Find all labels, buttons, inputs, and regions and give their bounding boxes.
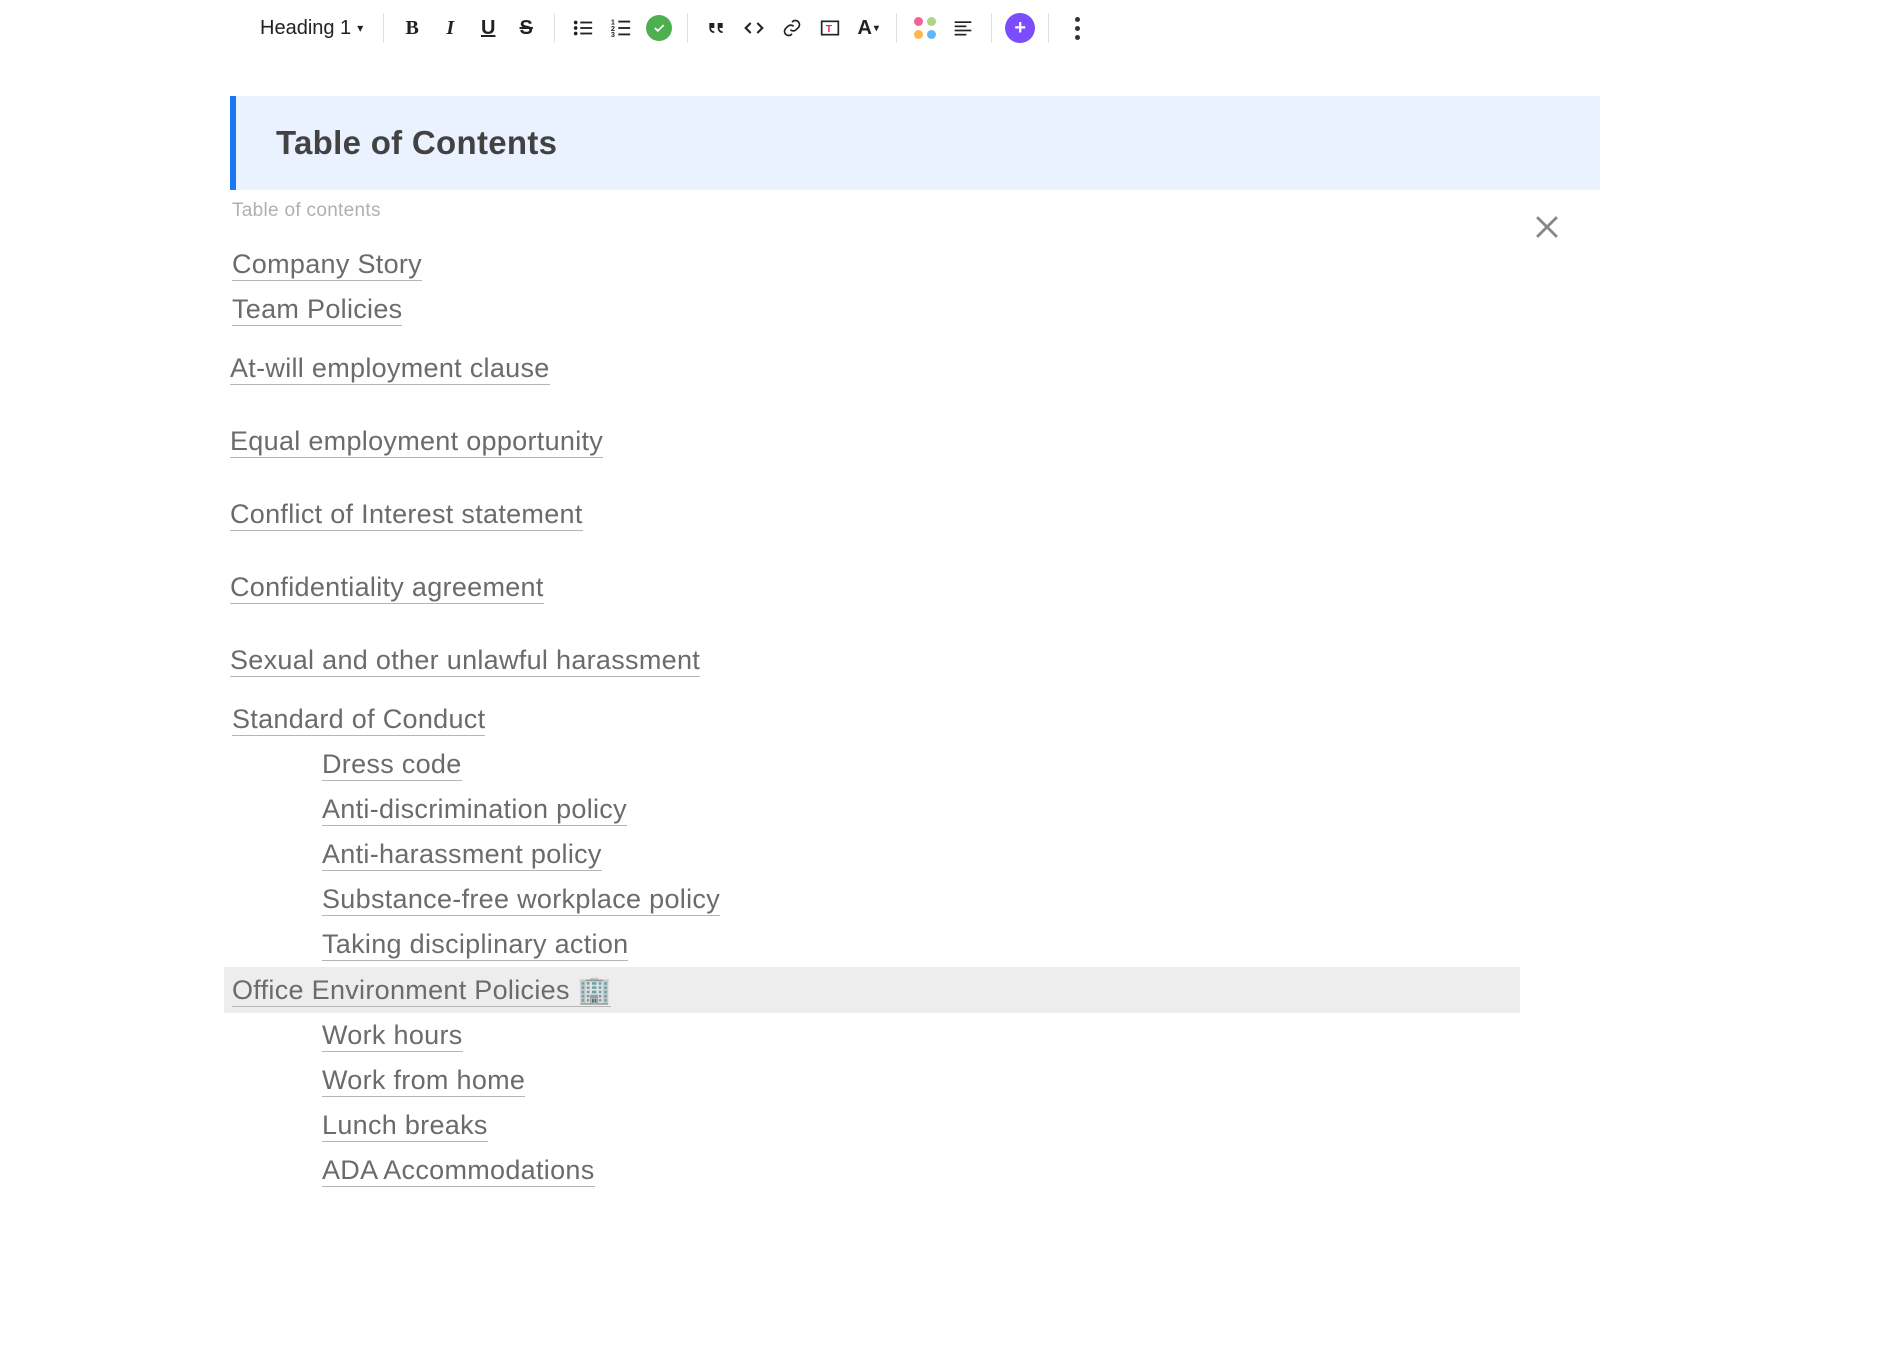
toc-item: Team Policies: [230, 287, 1520, 332]
underline-button[interactable]: U: [470, 10, 506, 46]
toc-link[interactable]: Equal employment opportunity: [230, 426, 603, 458]
toc-link[interactable]: Sexual and other unlawful harassment: [230, 645, 700, 677]
toolbar-separator: [991, 13, 992, 43]
blockquote-button[interactable]: [698, 10, 734, 46]
close-icon: [1530, 210, 1564, 244]
toc-link[interactable]: Substance-free workplace policy: [322, 884, 720, 916]
code-button[interactable]: [736, 10, 772, 46]
toc-item: Anti-harassment policy: [230, 832, 1520, 877]
toc-link[interactable]: ADA Accommodations: [322, 1155, 595, 1187]
add-button[interactable]: +: [1002, 10, 1038, 46]
text-color-button[interactable]: A▾: [850, 10, 886, 46]
toc-list: Company Story Team Policies At-will employ…: [230, 242, 1520, 1193]
toc-link[interactable]: Office Environment Policies 🏢: [232, 975, 611, 1007]
plus-circle-icon: +: [1005, 13, 1035, 43]
toc-link[interactable]: Company Story: [232, 249, 422, 281]
toc-item: Anti-discrimination policy: [230, 787, 1520, 832]
toc-item: Work hours: [230, 1013, 1520, 1058]
toc-link[interactable]: Work from home: [322, 1065, 525, 1097]
toolbar-separator: [1048, 13, 1049, 43]
toolbar-separator: [383, 13, 384, 43]
svg-text:3: 3: [611, 30, 615, 39]
toc-item: Office Environment Policies 🏢: [224, 967, 1520, 1013]
align-button[interactable]: [945, 10, 981, 46]
link-button[interactable]: [774, 10, 810, 46]
toc-link[interactable]: Standard of Conduct: [232, 704, 485, 736]
close-button[interactable]: [1530, 210, 1564, 244]
more-vertical-icon: [1075, 17, 1080, 40]
toc-item: At-will employment clause: [230, 332, 1520, 405]
toc-link[interactable]: Conflict of Interest statement: [230, 499, 583, 531]
toc-link[interactable]: Taking disciplinary action: [322, 929, 628, 961]
heading-select-label: Heading 1: [260, 17, 351, 40]
toc-link[interactable]: Lunch breaks: [322, 1110, 488, 1142]
toc-item: Conflict of Interest statement: [230, 478, 1520, 551]
toc-item: Standard of Conduct: [230, 697, 1520, 742]
toc-item: Equal employment opportunity: [230, 405, 1520, 478]
toc-banner[interactable]: Table of Contents: [230, 96, 1600, 190]
checklist-button[interactable]: [641, 10, 677, 46]
toc-item: Dress code: [230, 742, 1520, 787]
toc-item: Confidentiality agreement: [230, 551, 1520, 624]
more-button[interactable]: [1059, 10, 1095, 46]
check-circle-icon: [646, 15, 672, 41]
toolbar-separator: [896, 13, 897, 43]
toc-link[interactable]: At-will employment clause: [230, 353, 550, 385]
toc-link[interactable]: Anti-discrimination policy: [322, 794, 627, 826]
toc-item: Taking disciplinary action: [230, 922, 1520, 967]
toolbar-separator: [687, 13, 688, 43]
svg-text:T: T: [826, 24, 832, 35]
toc-link[interactable]: Work hours: [322, 1020, 463, 1052]
highlight-color-button[interactable]: [907, 10, 943, 46]
bullet-list-button[interactable]: [565, 10, 601, 46]
toc-item: Company Story: [230, 242, 1520, 287]
toc-item: Work from home: [230, 1058, 1520, 1103]
italic-button[interactable]: I: [432, 10, 468, 46]
toc-link[interactable]: Confidentiality agreement: [230, 572, 544, 604]
toc-item: Lunch breaks: [230, 1103, 1520, 1148]
toc-link[interactable]: Dress code: [322, 749, 462, 781]
toc-link[interactable]: Team Policies: [232, 294, 402, 326]
toc-item: Substance-free workplace policy: [230, 877, 1520, 922]
banner-button[interactable]: T: [812, 10, 848, 46]
document-content: Table of Contents Table of contents Comp…: [0, 56, 1600, 1193]
chevron-down-icon: ▾: [874, 23, 879, 34]
strikethrough-button[interactable]: S: [508, 10, 544, 46]
bold-button[interactable]: B: [394, 10, 430, 46]
toc-banner-title: Table of Contents: [276, 124, 1560, 162]
toc-label: Table of contents: [232, 200, 1600, 222]
numbered-list-button[interactable]: 123: [603, 10, 639, 46]
toc-item: Sexual and other unlawful harassment: [230, 624, 1520, 697]
chevron-down-icon: ▾: [357, 21, 363, 35]
toc-link[interactable]: Anti-harassment policy: [322, 839, 602, 871]
editor-toolbar: Heading 1 ▾ B I U S 123 T A▾ +: [0, 0, 1880, 56]
toolbar-separator: [554, 13, 555, 43]
toc-item: ADA Accommodations: [230, 1148, 1520, 1193]
color-dots-icon: [914, 17, 936, 39]
heading-select[interactable]: Heading 1 ▾: [250, 17, 373, 40]
